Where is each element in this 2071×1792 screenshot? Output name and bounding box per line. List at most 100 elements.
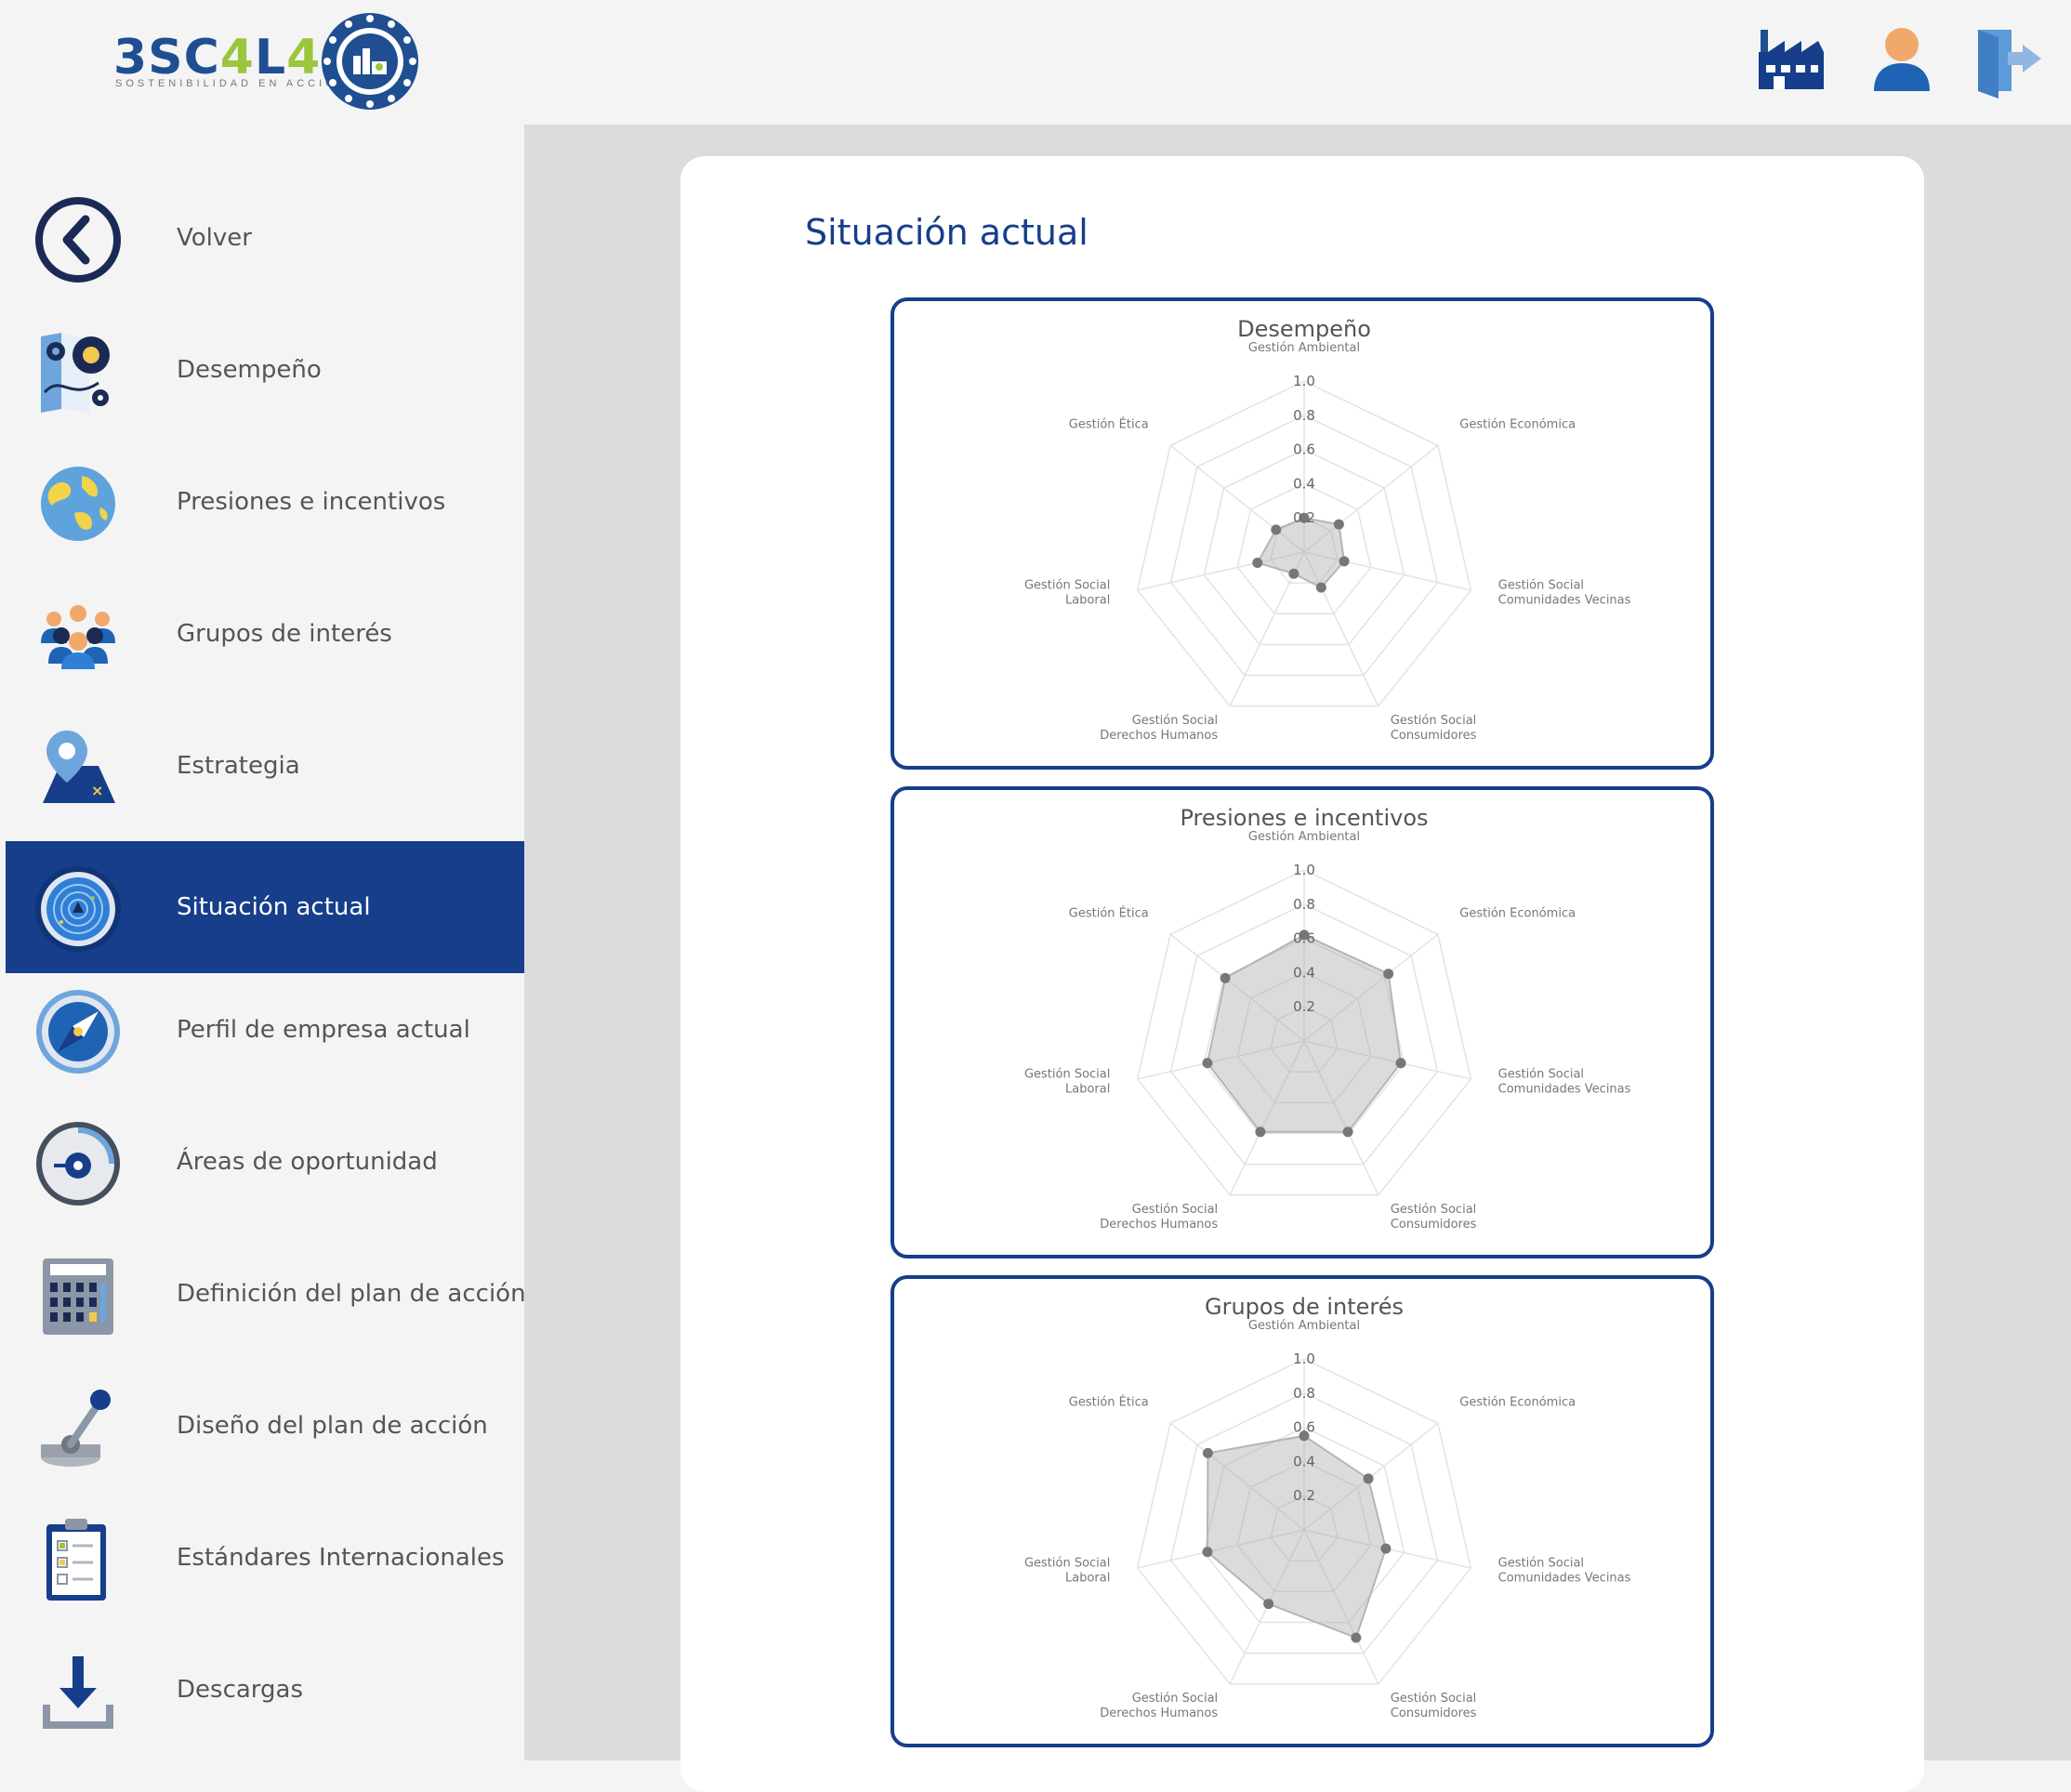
axis-label: Gestión Social Derechos Humanos bbox=[1100, 1203, 1218, 1232]
axis-label-line: Gestión Ambiental bbox=[1248, 830, 1360, 844]
axis-label: Gestión Ambiental bbox=[1248, 830, 1360, 844]
tick-label: 0.6 bbox=[1293, 1419, 1315, 1436]
axis-label-line: Gestión Ambiental bbox=[1248, 341, 1360, 355]
clipboard-icon bbox=[46, 1519, 106, 1601]
top-bar: 3SC4L4 SOSTENIBILIDAD EN ACCIÓN bbox=[0, 0, 2071, 125]
axis-label-line: Comunidades Vecinas bbox=[1498, 1083, 1631, 1097]
radar-chart-grupos: Grupos de interés 0.2 0.4 0.6 0.8 1.0 Gestión … bbox=[890, 1275, 1714, 1747]
logo-tagline: SOSTENIBILIDAD EN ACCIÓN bbox=[115, 78, 349, 89]
data-point bbox=[1220, 972, 1231, 983]
axis-label-line: Gestión Económica bbox=[1459, 418, 1576, 432]
axis-label: Gestión Social Derechos Humanos bbox=[1100, 714, 1218, 743]
map-pin-icon: × bbox=[43, 731, 115, 803]
tick-label: 1.0 bbox=[1293, 862, 1315, 878]
radar-chart-desempeno: Desempeño 0.2 0.4 0.6 0.8 1.0 Gestión Ambienta… bbox=[890, 297, 1714, 770]
joystick-icon bbox=[41, 1390, 111, 1467]
data-point bbox=[1395, 1058, 1406, 1069]
sidebar-item-label: Definición del plan de acción bbox=[177, 1280, 526, 1308]
sidebar-item-label: Diseño del plan de acción bbox=[177, 1412, 488, 1440]
sidebar-item-estandares[interactable]: Estándares Internacionales bbox=[6, 1492, 524, 1624]
sidebar-item-presiones[interactable]: Presiones e incentivos bbox=[6, 436, 524, 568]
tick-label: 1.0 bbox=[1293, 1351, 1315, 1367]
sidebar-item-label: Estrategia bbox=[177, 752, 300, 780]
axis-label-line: Gestión Económica bbox=[1459, 907, 1576, 921]
axis-label: Gestión Social Laboral bbox=[1024, 1557, 1110, 1586]
axis-label: Gestión Social Comunidades Vecinas bbox=[1498, 1068, 1631, 1097]
axis-label-line: Gestión Ética bbox=[1069, 417, 1149, 432]
sidebar-item-label: Presiones e incentivos bbox=[177, 488, 446, 516]
sidebar-item-label: Desempeño bbox=[177, 356, 322, 384]
axis-label-line: Comunidades Vecinas bbox=[1498, 1572, 1631, 1586]
sidebar-item-grupos[interactable]: Grupos de interés bbox=[6, 568, 524, 700]
axis-label-line: Gestión Social bbox=[1132, 1692, 1218, 1706]
axis-label-line: Gestión Social bbox=[1024, 1068, 1110, 1082]
radar-chart-svg: Presiones e incentivos 0.2 0.4 0.6 0.8 1.0 Ges… bbox=[1024, 805, 1631, 1232]
axis-label: Gestión Social Comunidades Vecinas bbox=[1498, 579, 1631, 608]
tick-label: 0.2 bbox=[1293, 998, 1315, 1015]
data-point bbox=[1333, 519, 1344, 530]
back-arrow-icon bbox=[35, 197, 121, 283]
sidebar-item-label: Perfil de empresa actual bbox=[177, 1016, 470, 1044]
tick-label: 0.2 bbox=[1293, 1487, 1315, 1504]
axis-label-line: Gestión Social bbox=[1498, 1557, 1584, 1571]
people-group-icon bbox=[41, 605, 115, 669]
sidebar-item-descargas[interactable]: Descargas bbox=[6, 1624, 524, 1756]
data-point bbox=[1342, 1127, 1353, 1138]
compass-icon bbox=[36, 990, 120, 1074]
axis-label: Gestión Económica bbox=[1459, 1396, 1576, 1410]
tick-label: 0.6 bbox=[1293, 930, 1315, 947]
svg-text:×: × bbox=[91, 782, 103, 799]
data-point bbox=[1351, 1632, 1362, 1643]
page-title: Situación actual bbox=[805, 212, 1088, 253]
axis-label-line: Gestión Social bbox=[1024, 579, 1110, 593]
sidebar-item-definicion[interactable]: Definición del plan de acción bbox=[6, 1228, 526, 1360]
user-icon[interactable] bbox=[1865, 24, 1939, 99]
data-point bbox=[1202, 1058, 1213, 1069]
download-icon bbox=[43, 1656, 113, 1729]
axis-label-line: Gestión Social bbox=[1391, 1692, 1476, 1706]
data-point bbox=[1339, 556, 1350, 567]
sidebar-item-label: Estándares Internacionales bbox=[177, 1544, 505, 1572]
sidebar-item-volver[interactable]: Volver bbox=[6, 172, 524, 304]
sidebar-item-label: Áreas de oportunidad bbox=[177, 1148, 438, 1176]
sidebar-item-label: Grupos de interés bbox=[177, 620, 392, 648]
sidebar-item-perfil[interactable]: Perfil de empresa actual bbox=[6, 964, 524, 1096]
radar-icon bbox=[35, 866, 121, 952]
data-point bbox=[1255, 1127, 1266, 1138]
radar-chart-svg: Grupos de interés 0.2 0.4 0.6 0.8 1.0 Gestión … bbox=[1024, 1294, 1631, 1720]
sidebar-item-situacion-actual[interactable]: Situación actual bbox=[6, 841, 524, 973]
sidebar-item-estrategia[interactable]: × Estrategia bbox=[6, 700, 524, 832]
radar-chart-presiones: Presiones e incentivos 0.2 0.4 0.6 0.8 1.0 Ges… bbox=[890, 786, 1714, 1258]
axis-label-line: Gestión Social bbox=[1498, 579, 1584, 593]
gears-map-icon bbox=[41, 333, 110, 413]
tick-label: 0.4 bbox=[1293, 1453, 1315, 1469]
logout-icon[interactable] bbox=[1971, 24, 2045, 99]
axis-label: Gestión Social Laboral bbox=[1024, 1068, 1110, 1097]
data-point bbox=[1263, 1599, 1274, 1610]
axis-label: Gestión Ambiental bbox=[1248, 341, 1360, 355]
axis-label-line: Gestión Ética bbox=[1069, 906, 1149, 921]
sidebar-item-diseno[interactable]: Diseño del plan de acción bbox=[6, 1360, 524, 1492]
data-point bbox=[1202, 1447, 1213, 1458]
axis-label-line: Gestión Económica bbox=[1459, 1396, 1576, 1410]
axis-label: Gestión Social Laboral bbox=[1024, 579, 1110, 608]
brand-logo[interactable]: 3SC4L4 SOSTENIBILIDAD EN ACCIÓN bbox=[113, 11, 429, 113]
factory-icon[interactable] bbox=[1753, 24, 1827, 99]
sidebar-item-desempeno[interactable]: Desempeño bbox=[6, 304, 524, 436]
axis-label: Gestión Social Consumidores bbox=[1391, 1692, 1477, 1720]
axis-label: Gestión Económica bbox=[1459, 418, 1576, 432]
gauge-icon bbox=[36, 1122, 120, 1206]
tick-label: 0.4 bbox=[1293, 475, 1315, 492]
axis-label-line: Gestión Social bbox=[1391, 1203, 1476, 1217]
axis-label-line: Laboral bbox=[1065, 1572, 1110, 1586]
data-point bbox=[1202, 1547, 1213, 1558]
sidebar-item-areas[interactable]: Áreas de oportunidad bbox=[6, 1096, 524, 1228]
axis-label-line: Gestión Social bbox=[1132, 1203, 1218, 1217]
globe-icon bbox=[41, 467, 115, 541]
axis-label: Gestión Ética bbox=[1069, 417, 1149, 432]
tick-label: 0.8 bbox=[1293, 896, 1315, 913]
data-area bbox=[1256, 517, 1346, 589]
axis-label: Gestión Ambiental bbox=[1248, 1319, 1360, 1333]
logo-wordmark: 3SC4L4 bbox=[113, 30, 322, 86]
chart-title: Desempeño bbox=[1237, 316, 1371, 342]
